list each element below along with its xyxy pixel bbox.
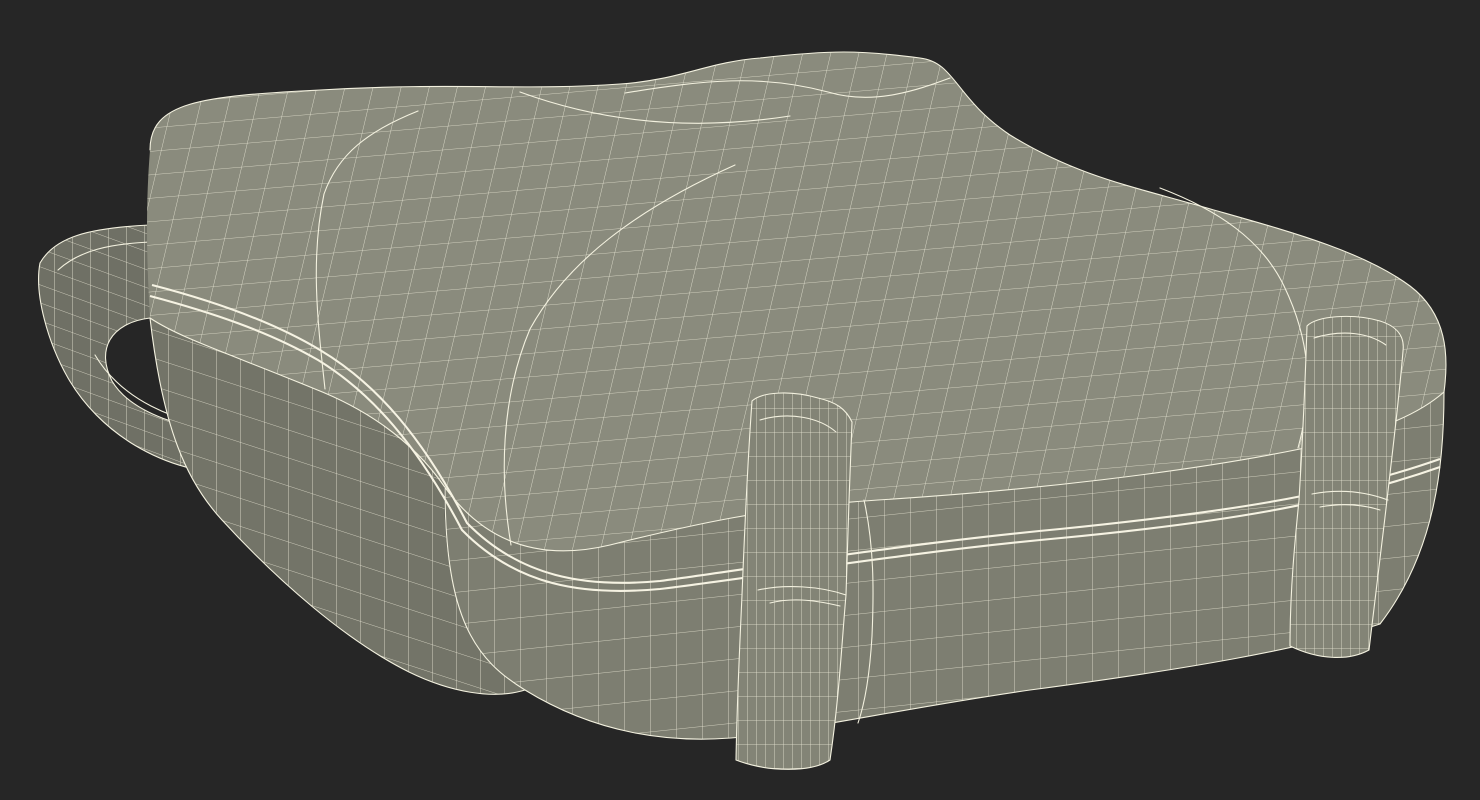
wireframe-case-render [38, 51, 1447, 770]
render-viewport [0, 0, 1480, 800]
